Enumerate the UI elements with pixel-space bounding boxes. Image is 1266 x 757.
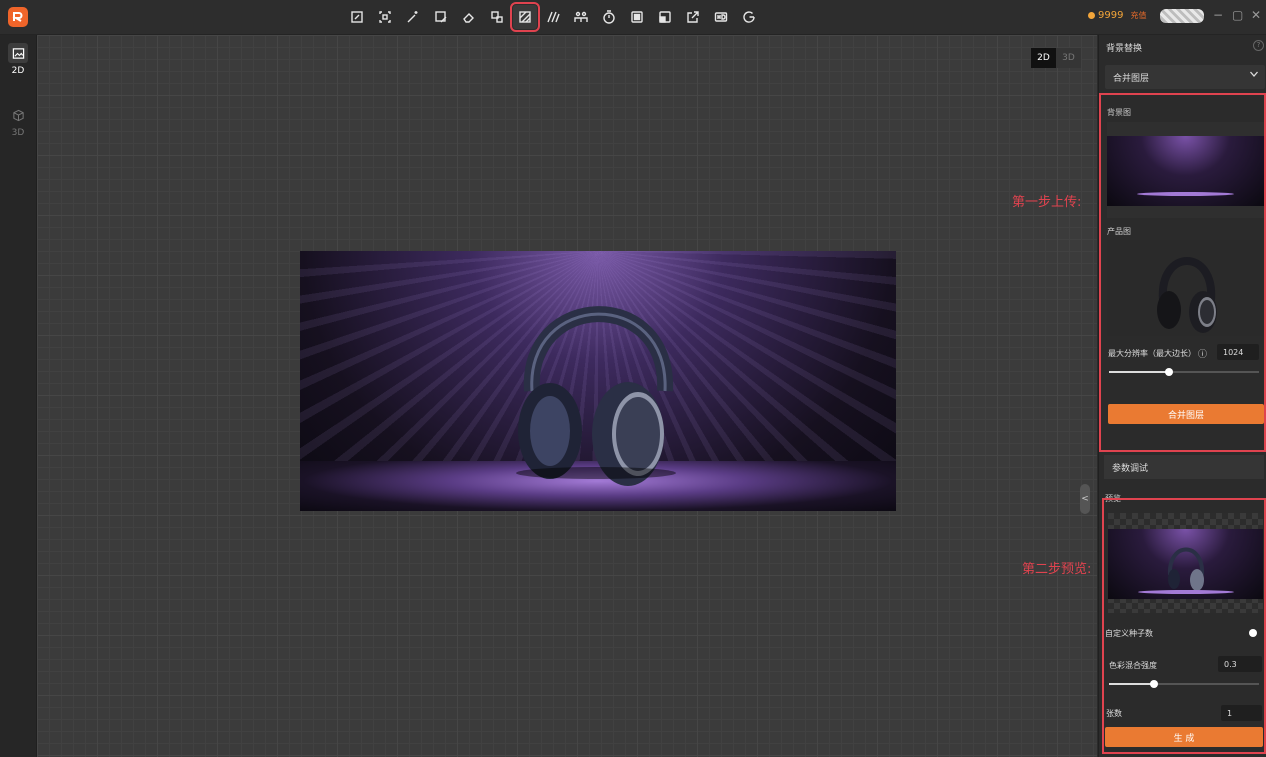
max-res-slider-fill [1109,371,1169,373]
mode-2d-button[interactable]: 2D [4,43,32,76]
mode-select-value: 合并图层 [1113,73,1150,84]
product-headphones [1157,257,1217,333]
select-tool-icon[interactable] [373,5,397,29]
mode-3d-button[interactable]: 3D [4,105,32,138]
max-res-slider-knob[interactable] [1165,368,1173,376]
help-icon[interactable]: ? [1253,40,1264,51]
background-replace-icon[interactable] [510,2,540,32]
magic-wand-icon[interactable] [401,5,425,29]
preview-headphones [1138,547,1234,594]
mode-2d-label: 2D [11,66,25,76]
crowd-icon[interactable] [569,5,593,29]
color-blend-slider-fill [1109,683,1154,685]
eraser-icon[interactable] [457,5,481,29]
custom-seed-toggle[interactable] [1249,629,1257,637]
coin-icon [1088,12,1095,19]
layer-back-icon[interactable] [653,5,677,29]
user-avatar-name[interactable] [1160,9,1204,23]
params-section-header[interactable]: 参数调试 [1104,455,1264,479]
coin-count: 9999 [1098,10,1124,21]
composited-image[interactable] [300,251,896,511]
custom-seed-label: 自定义种子数 [1105,629,1153,638]
stripes-icon[interactable] [541,5,565,29]
step1-annotation: 第一步上传: [1012,195,1082,210]
replace-icon[interactable] [485,5,509,29]
max-res-slider[interactable] [1109,368,1259,376]
preview-thumbnail[interactable] [1108,513,1263,613]
color-blend-input[interactable]: 0.3 [1218,656,1262,672]
left-mode-bar: 2D 3D [0,35,37,757]
google-icon[interactable] [737,5,761,29]
mode-3d-label: 3D [11,128,25,138]
close-icon[interactable]: ✕ [1251,8,1261,22]
count-label: 张数 [1106,709,1122,718]
app-logo[interactable] [8,7,28,27]
timer-icon[interactable] [597,5,621,29]
chevron-down-icon [1249,69,1259,82]
tool-strip [345,2,761,32]
recharge-link[interactable]: 充值 [1130,10,1146,21]
maximize-icon[interactable]: ▢ [1232,8,1243,22]
product-thumbnail[interactable] [1107,240,1264,336]
info-icon[interactable]: ⓘ [1198,347,1207,360]
top-toolbar: 9999 充值 − ▢ ✕ [0,0,1266,35]
step2-annotation: 第二步预览: [1022,562,1092,577]
hd-icon[interactable] [709,5,733,29]
coin-balance[interactable]: 9999 充值 [1088,10,1146,21]
mode-select[interactable]: 合并图层 [1105,65,1265,89]
background-thumbnail[interactable] [1107,122,1264,218]
max-res-label: 最大分辨率（最大边长） [1108,349,1196,358]
max-res-input[interactable]: 1024 [1217,344,1259,360]
panel-title: 背景替换 [1106,44,1143,54]
toggle-2d[interactable]: 2D [1031,48,1056,68]
layer-front-icon[interactable] [625,5,649,29]
product-label: 产品图 [1107,227,1131,236]
headphones-image [516,306,676,486]
image-edit-icon[interactable] [429,5,453,29]
color-blend-slider[interactable] [1109,680,1259,688]
crop-tool-icon[interactable] [345,5,369,29]
logo-icon [12,12,23,22]
count-input[interactable]: 1 [1221,705,1262,721]
background-floor-glow [1137,192,1234,196]
background-label: 背景图 [1107,108,1131,117]
export-icon[interactable] [681,5,705,29]
merge-layers-button[interactable]: 合并图层 [1108,404,1264,424]
generate-button[interactable]: 生 成 [1105,727,1263,747]
minimize-icon[interactable]: − [1213,8,1223,22]
cube-icon [8,105,28,125]
color-blend-label: 色彩混合强度 [1109,661,1157,670]
toggle-3d[interactable]: 3D [1056,48,1081,68]
image-icon [8,43,28,63]
panel-collapse-button[interactable]: < [1080,484,1090,514]
dimension-toggle: 2D 3D [1031,48,1081,68]
color-blend-slider-knob[interactable] [1150,680,1158,688]
